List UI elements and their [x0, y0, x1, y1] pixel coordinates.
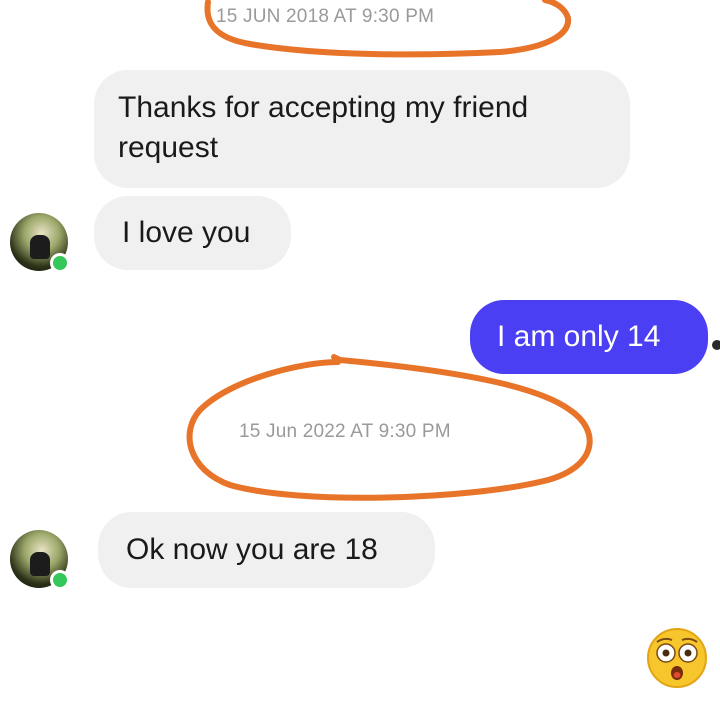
message-text: I love you: [122, 216, 251, 249]
online-status-icon: [50, 253, 70, 273]
message-timestamp: 15 JUN 2018 AT 9:30 PM: [216, 6, 435, 27]
message-text: Ok now you are 18: [126, 533, 378, 566]
received-message-bubble[interactable]: I love you: [94, 196, 291, 270]
read-receipt-icon: [712, 340, 720, 350]
received-message-bubble[interactable]: Thanks for accepting my friend request: [94, 70, 630, 188]
sent-message-bubble[interactable]: I am only 14: [470, 300, 708, 374]
sender-avatar[interactable]: [10, 213, 70, 273]
avatar-figure: [30, 552, 50, 576]
message-timestamp: 15 Jun 2022 AT 9:30 PM: [239, 421, 451, 442]
online-status-icon: [50, 570, 70, 590]
received-message-bubble[interactable]: Ok now you are 18: [98, 512, 435, 588]
flushed-face-icon: [647, 628, 707, 688]
sender-avatar[interactable]: [10, 530, 70, 590]
avatar-figure: [30, 235, 50, 259]
message-text: I am only 14: [497, 320, 661, 353]
message-text: Thanks for accepting my friend request: [118, 91, 529, 164]
